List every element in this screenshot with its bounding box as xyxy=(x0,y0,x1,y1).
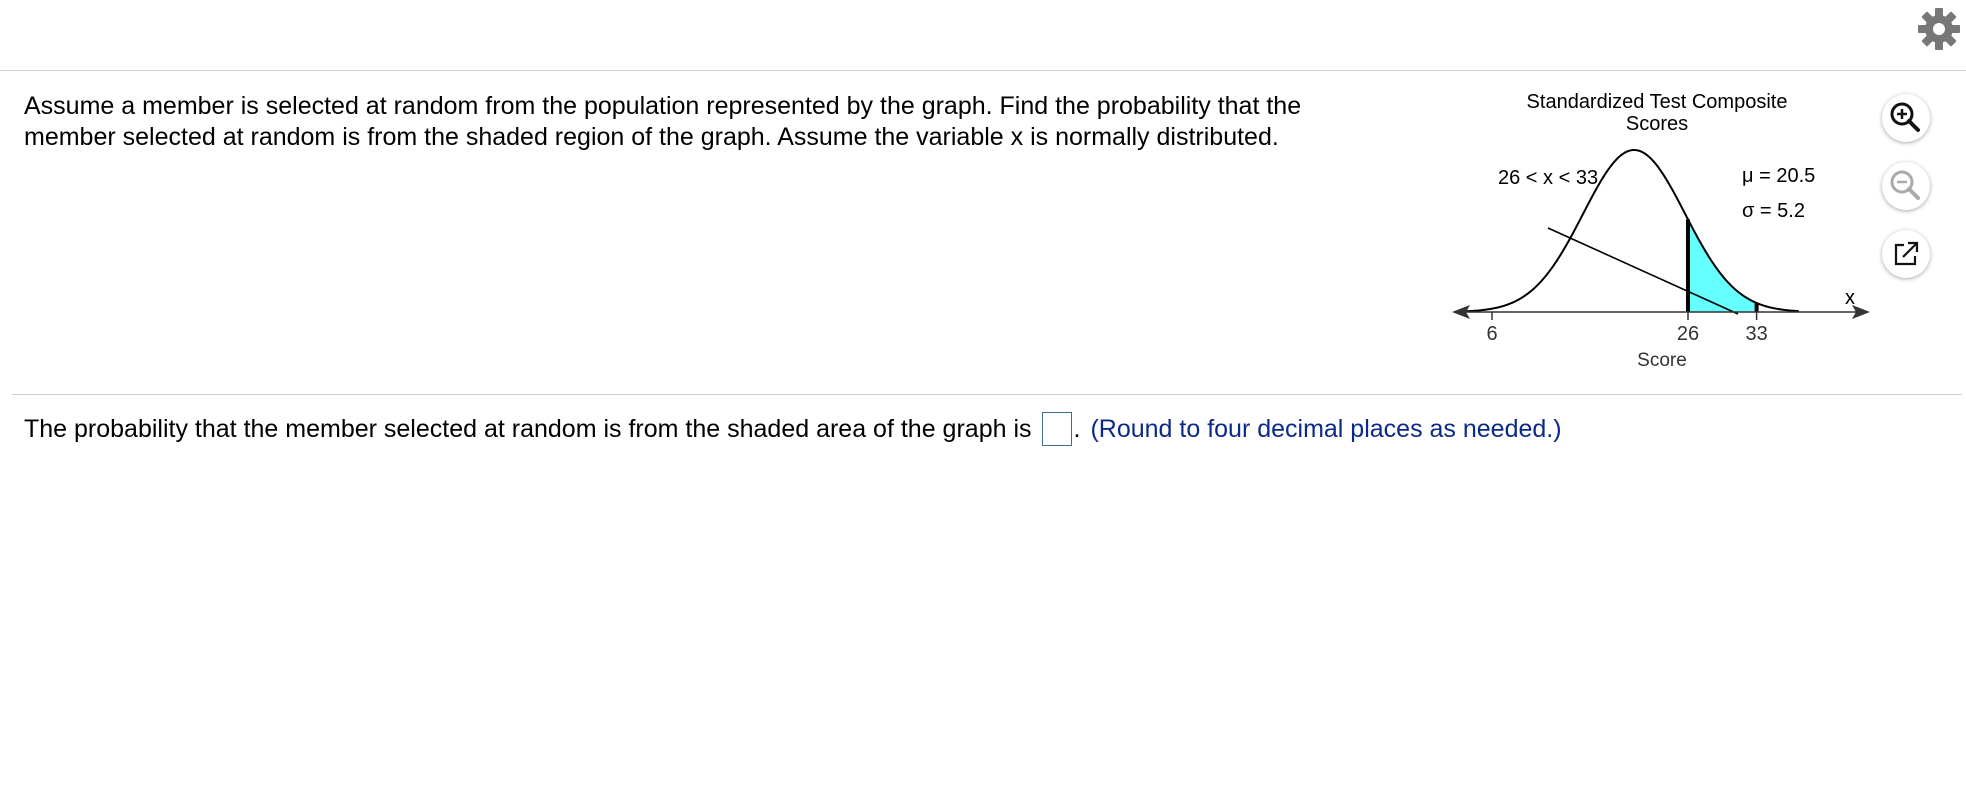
mu-label: μ = 20.5 xyxy=(1742,165,1815,187)
tick-label: 6 xyxy=(1486,323,1497,345)
rounding-hint: (Round to four decimal places as needed.… xyxy=(1090,415,1562,443)
answer-input[interactable] xyxy=(1041,412,1072,446)
graph-title-line1: Standardized Test Composite xyxy=(1527,91,1788,113)
open-external-button[interactable] xyxy=(1882,230,1930,278)
zoom-out-button[interactable] xyxy=(1882,162,1930,210)
interval-label: 26 < x < 33 xyxy=(1498,167,1598,189)
axis-label: Score xyxy=(1637,350,1687,371)
open-external-icon xyxy=(1894,241,1919,266)
section-divider xyxy=(12,394,1962,395)
question-text: Assume a member is selected at random fr… xyxy=(24,92,1302,151)
graph-title-line2: Scores xyxy=(1626,113,1688,135)
tick-label: 33 xyxy=(1745,323,1767,345)
x-axis-ticks: 6 26 33 xyxy=(1486,312,1768,345)
zoom-in-button[interactable] xyxy=(1882,94,1930,142)
sigma-label: σ = 5.2 xyxy=(1742,200,1805,222)
answer-line: The probability that the member selected… xyxy=(24,412,1562,446)
zoom-in-icon xyxy=(1890,102,1920,132)
x-variable-label: x xyxy=(1845,287,1855,309)
settings-gear-icon[interactable] xyxy=(1916,6,1962,52)
answer-suffix: . xyxy=(1073,415,1081,443)
tick-label: 26 xyxy=(1677,323,1699,345)
normal-distribution-graph: Standardized Test Composite Scores 26 < … xyxy=(1440,84,1880,380)
zoom-out-icon xyxy=(1890,170,1920,200)
top-bar xyxy=(0,0,1966,71)
answer-prefix: The probability that the member selected… xyxy=(24,415,1032,443)
